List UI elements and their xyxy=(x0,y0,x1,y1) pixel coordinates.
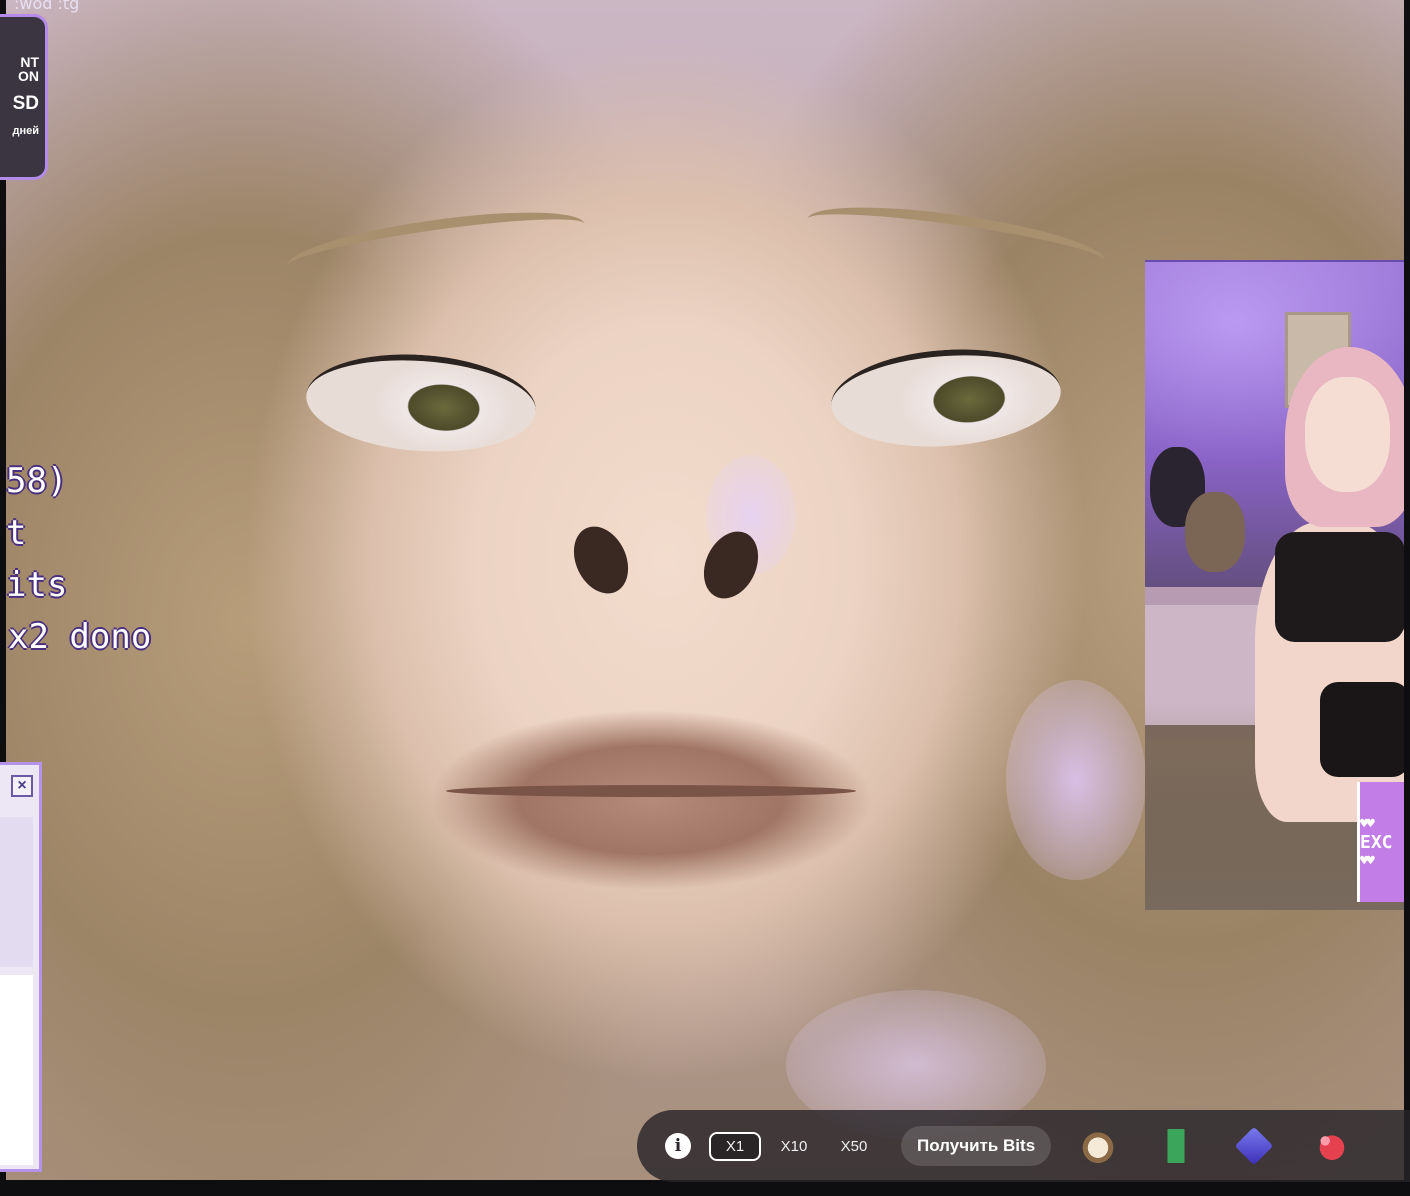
get-bits-button[interactable]: Получить Bits xyxy=(901,1126,1052,1166)
multiplier-x1-button[interactable]: X1 xyxy=(709,1131,761,1161)
badge-text: EXC xyxy=(1360,831,1393,853)
retro-overlay-window: × xyxy=(0,762,42,1172)
video-content xyxy=(302,347,540,459)
video-content xyxy=(1006,680,1146,880)
pip-overlay-badge: ♥♥ EXC ♥♥ xyxy=(1357,782,1404,902)
goal-line: 58) xyxy=(6,461,68,501)
gem-emote-icon[interactable] xyxy=(1234,1126,1274,1166)
subscription-overlay-card: NT ON SD дней xyxy=(0,14,48,180)
sub-card-line: SD xyxy=(12,93,39,114)
hearts-icon: ♥♥ xyxy=(1360,815,1375,832)
info-icon[interactable]: i xyxy=(665,1133,691,1159)
video-content xyxy=(446,785,856,797)
video-content xyxy=(803,194,1109,286)
window-content-area xyxy=(0,975,33,1165)
video-content xyxy=(827,342,1065,454)
goal-line: its xyxy=(6,565,68,605)
goal-overlay-text: 58) t its x2 dono xyxy=(0,455,151,663)
sub-card-line: дней xyxy=(12,125,39,137)
multiplier-x50-button[interactable]: X50 xyxy=(839,1133,869,1160)
bottle-emote-icon[interactable] xyxy=(1159,1129,1194,1163)
video-content xyxy=(283,199,589,291)
bits-toolbar: i X1 X10 X50 Получить Bits xyxy=(637,1110,1410,1182)
sub-card-line: NT xyxy=(20,54,39,70)
multiplier-x10-button[interactable]: X10 xyxy=(779,1133,809,1160)
picture-in-picture-video[interactable]: ♥♥ EXC ♥♥ xyxy=(1145,260,1404,910)
dog-emote-icon[interactable] xyxy=(1081,1129,1116,1163)
sub-card-line: ON xyxy=(18,68,39,84)
goal-line: x2 dono xyxy=(8,617,152,657)
pip-content xyxy=(1275,532,1404,642)
pip-content xyxy=(1320,682,1404,777)
pip-content xyxy=(1305,377,1390,492)
window-pane xyxy=(0,817,33,967)
pip-content xyxy=(1185,492,1245,572)
heart-emote-icon[interactable] xyxy=(1315,1129,1350,1163)
video-content xyxy=(563,517,639,603)
goal-line: t xyxy=(6,513,27,553)
hearts-icon: ♥♥ xyxy=(1360,852,1375,869)
watermark-text: :wod :tg xyxy=(14,0,80,13)
close-icon: × xyxy=(11,775,33,797)
